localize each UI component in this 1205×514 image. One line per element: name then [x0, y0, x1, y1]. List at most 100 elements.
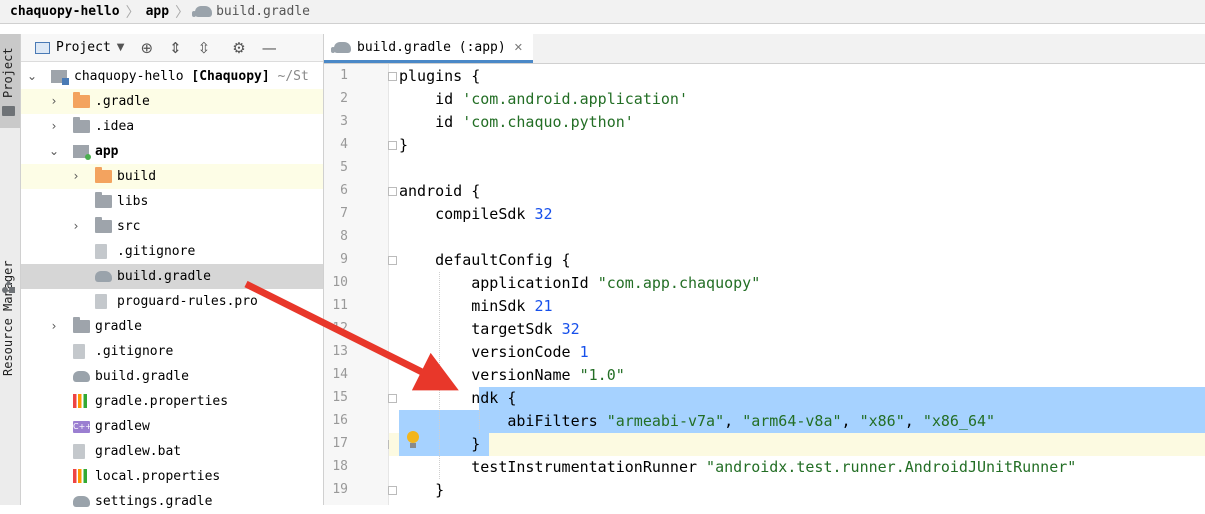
chevron-right-icon[interactable]: ›	[71, 164, 81, 189]
code-string: 'com.android.application'	[462, 90, 688, 108]
tree-item[interactable]: C++ gradlew	[21, 414, 323, 439]
line-number: 18	[332, 459, 348, 474]
code-line: versionCode 1	[399, 341, 588, 364]
line-number: 4	[340, 137, 348, 152]
code-line: id 'com.chaquo.python'	[399, 111, 634, 134]
gradle-elephant-icon	[331, 41, 351, 53]
code-line: abiFilters "armeabi-v7a", "arm64-v8a", "…	[399, 410, 995, 433]
code-string: 'com.chaquo.python'	[462, 113, 634, 131]
tab-build-gradle[interactable]: build.gradle (:app) ✕	[324, 34, 533, 63]
code-string: "armeabi-v7a"	[606, 412, 725, 430]
tree-item[interactable]: › .idea	[21, 114, 323, 139]
breadcrumb-file[interactable]: build.gradle	[216, 4, 310, 19]
gear-icon[interactable]: ⚙	[232, 39, 245, 57]
tree-item-label: settings.gradle	[95, 494, 213, 509]
line-number: 5	[340, 160, 348, 175]
code-editor[interactable]: plugins { id 'com.android.application' i…	[389, 64, 1205, 505]
tab-label: build.gradle (:app)	[357, 39, 506, 55]
tree-item[interactable]: .gitignore	[21, 239, 323, 264]
tree-item[interactable]: build.gradle	[21, 264, 323, 289]
tree-item-label: .gitignore	[117, 244, 196, 259]
code-string: "1.0"	[579, 366, 625, 384]
code-text: ,	[724, 412, 743, 430]
tree-item-label: gradle	[95, 319, 142, 334]
code-line: compileSdk 32	[399, 203, 552, 226]
chevron-right-icon: 〉	[175, 4, 190, 21]
expand-all-icon[interactable]: ⇕	[169, 39, 182, 57]
project-panel: Project ▼ ⊕ ⇕ ⇳ ⚙ — ⌄ chaquopy-hello [Ch…	[21, 34, 324, 509]
tree-item[interactable]: gradlew.bat	[21, 439, 323, 464]
tree-item[interactable]: › build	[21, 164, 323, 189]
project-tree: ⌄ chaquopy-hello [Chaquopy] ~/St › .gradl…	[21, 64, 323, 514]
tree-root[interactable]: ⌄ chaquopy-hello [Chaquopy] ~/St	[21, 64, 323, 89]
code-line: versionName "1.0"	[399, 364, 625, 387]
code-text: versionCode	[399, 343, 580, 361]
tree-item-label: build.gradle	[117, 269, 211, 284]
line-number: 15	[332, 390, 348, 405]
collapse-all-icon[interactable]: ⇳	[198, 39, 211, 57]
code-text: android {	[399, 182, 481, 200]
breadcrumb-project[interactable]: chaquopy-hello	[10, 4, 120, 19]
code-text: compileSdk	[399, 205, 535, 223]
breadcrumb: chaquopy-hello 〉 app 〉 build.gradle	[0, 0, 1205, 24]
chevron-down-icon[interactable]: ⌄	[27, 64, 37, 89]
code-line: defaultConfig {	[399, 249, 570, 272]
chevron-right-icon[interactable]: ›	[71, 214, 81, 239]
chevron-right-icon[interactable]: ›	[49, 89, 59, 114]
hide-panel-icon[interactable]: —	[262, 39, 277, 57]
tree-item[interactable]: › gradle	[21, 314, 323, 339]
code-line: ndk {	[399, 387, 516, 410]
tree-item[interactable]: settings.gradle	[21, 489, 323, 514]
tree-item[interactable]: › src	[21, 214, 323, 239]
tree-item[interactable]: gradle.properties	[21, 389, 323, 414]
project-tool-tab[interactable]: Project	[0, 34, 20, 128]
tree-item-label: src	[117, 219, 141, 234]
chevron-down-icon[interactable]: ⌄	[49, 139, 59, 164]
close-icon[interactable]: ✕	[514, 41, 523, 54]
resource-manager-tab[interactable]: Resource Manager	[0, 134, 20, 376]
tree-item-label: gradle.properties	[95, 394, 229, 409]
tree-item-label: .gitignore	[95, 344, 174, 359]
line-number: 12	[332, 321, 348, 336]
tree-item-label: build	[117, 169, 157, 184]
tree-item[interactable]: ⌄ app	[21, 139, 323, 164]
folder-icon	[73, 317, 90, 333]
tree-item[interactable]: local.properties	[21, 464, 323, 489]
code-text: testInstrumentationRunner	[399, 458, 707, 476]
project-view-selector[interactable]: Project	[56, 40, 111, 55]
tree-item[interactable]: build.gradle	[21, 364, 323, 389]
locate-icon[interactable]: ⊕	[141, 39, 154, 57]
tree-item[interactable]: proguard-rules.pro	[21, 289, 323, 314]
chevron-right-icon: 〉	[125, 4, 140, 21]
tree-item-label: gradlew	[95, 419, 150, 434]
chevron-right-icon[interactable]: ›	[49, 314, 59, 339]
gradle-elephant-icon	[73, 371, 90, 382]
project-view-icon	[35, 41, 50, 54]
line-number: 19	[332, 482, 348, 497]
code-line: android {	[399, 180, 480, 203]
code-line: targetSdk 32	[399, 318, 579, 341]
properties-file-icon	[73, 394, 87, 408]
chevron-right-icon[interactable]: ›	[49, 114, 59, 139]
tree-item[interactable]: › .gradle	[21, 89, 323, 114]
resource-manager-label: Resource Manager	[1, 260, 15, 376]
line-number: 2	[340, 91, 348, 106]
tree-item[interactable]: libs	[21, 189, 323, 214]
line-number: 17	[332, 436, 348, 451]
breadcrumb-module[interactable]: app	[146, 4, 169, 19]
lightbulb-icon[interactable]	[406, 431, 420, 449]
code-line: id 'com.android.application'	[399, 88, 688, 111]
line-number: 7	[340, 206, 348, 221]
tree-item-label: gradlew.bat	[95, 444, 182, 459]
tree-item-label: proguard-rules.pro	[117, 294, 258, 309]
code-line: applicationId "com.app.chaquopy"	[399, 272, 760, 295]
editor-tab-bar: build.gradle (:app) ✕	[324, 34, 1205, 64]
chevron-down-icon[interactable]: ▼	[117, 42, 125, 53]
selection-highlight	[479, 387, 1205, 410]
code-text: ,	[841, 412, 860, 430]
folder-icon	[2, 106, 15, 116]
tree-item-label: app	[95, 144, 119, 159]
tree-item[interactable]: .gitignore	[21, 339, 323, 364]
text-file-icon	[95, 294, 107, 309]
text-file-icon	[73, 444, 85, 459]
